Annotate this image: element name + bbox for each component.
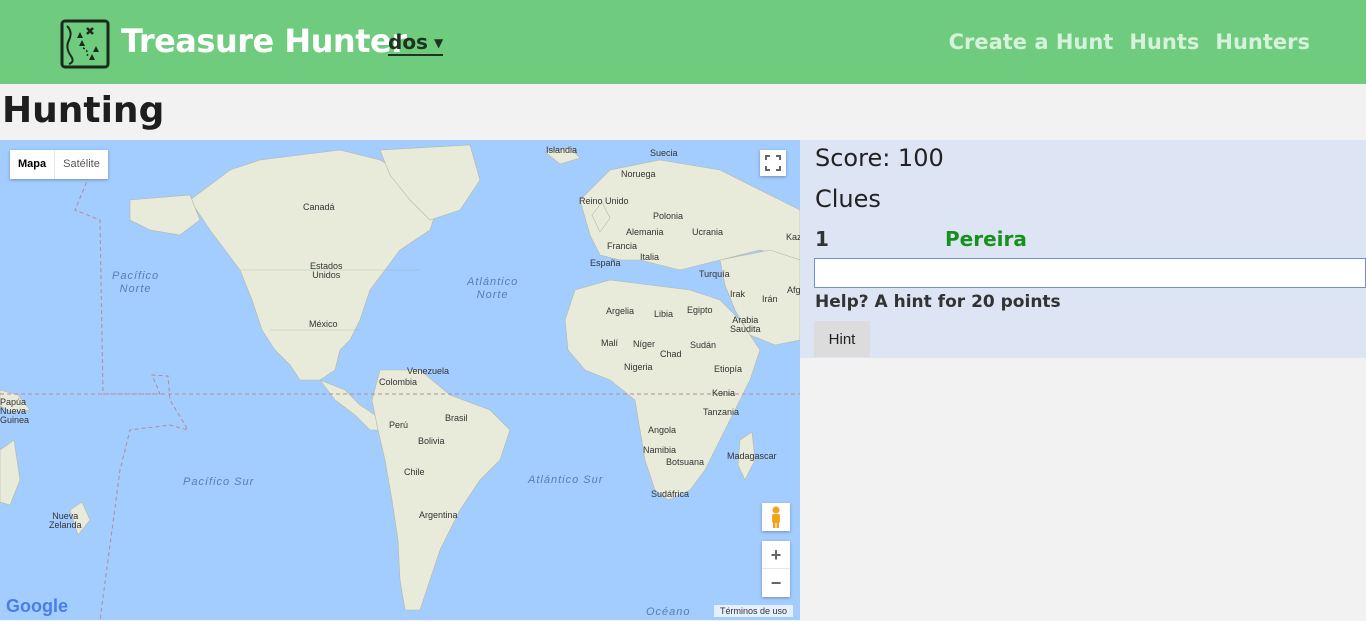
google-logo[interactable]: Google bbox=[6, 596, 68, 617]
map-label: Polonia bbox=[653, 211, 684, 221]
map-label: Etiopía bbox=[714, 364, 743, 374]
map-label: Argelia bbox=[606, 306, 635, 316]
user-dropdown[interactable]: dos ▼ bbox=[388, 30, 444, 56]
clues-heading: Clues bbox=[815, 185, 881, 213]
map-label: Islandia bbox=[546, 145, 578, 155]
map-label: Alemania bbox=[626, 227, 664, 237]
nav-hunts[interactable]: Hunts bbox=[1129, 30, 1199, 54]
map-label: Canadá bbox=[303, 202, 335, 212]
map-label: Níger bbox=[633, 339, 656, 349]
map-label: Brasil bbox=[445, 413, 468, 423]
map-label: Estados Unidos bbox=[310, 261, 343, 280]
fullscreen-button[interactable] bbox=[760, 150, 786, 176]
map-label: Madagascar bbox=[727, 451, 777, 461]
zoom-control: + − bbox=[762, 541, 790, 597]
map-label: Noruega bbox=[621, 169, 656, 179]
map-label: Perú bbox=[389, 420, 409, 430]
ocean-label: Pacífico Sur bbox=[183, 476, 255, 488]
map-label: Ucrania bbox=[692, 227, 724, 237]
ocean-label: Pacífico Norte bbox=[112, 270, 160, 295]
map-label: Venezuela bbox=[407, 366, 450, 376]
map-label: España bbox=[590, 258, 621, 268]
map-label: Afg bbox=[787, 285, 800, 295]
map-label: Papúa Nueva Guinea bbox=[0, 397, 30, 425]
map-label: Sudán bbox=[690, 340, 717, 350]
map-label: Sudáfrica bbox=[651, 489, 690, 499]
ocean-label: Océano bbox=[646, 606, 691, 618]
ocean-label: Atlántico Sur bbox=[528, 474, 604, 486]
user-name: dos bbox=[388, 30, 428, 54]
map-label: Nueva Zelanda bbox=[49, 511, 82, 530]
answer-input[interactable] bbox=[814, 258, 1366, 288]
map-label: Argentina bbox=[419, 510, 458, 520]
map-label: Suecia bbox=[650, 148, 678, 158]
terms-link[interactable]: Términos de uso bbox=[714, 605, 794, 617]
hint-button[interactable]: Hint bbox=[814, 321, 870, 357]
clue-text: Pereira bbox=[945, 227, 1027, 251]
map-label: Egipto bbox=[687, 305, 713, 315]
nav-create-hunt[interactable]: Create a Hunt bbox=[949, 30, 1114, 54]
map-label: México bbox=[309, 319, 338, 329]
map-label: Malí bbox=[601, 338, 619, 348]
map-label: Kaz bbox=[786, 232, 800, 242]
map-label: Kenia bbox=[712, 388, 736, 398]
clue-number: 1 bbox=[815, 227, 829, 251]
map-label: Bolivia bbox=[418, 436, 445, 446]
map-label: Namibia bbox=[643, 445, 677, 455]
ocean-label: Atlántico Norte bbox=[467, 276, 519, 301]
score-display: Score: 100 bbox=[815, 144, 944, 172]
map-label: Chile bbox=[404, 467, 425, 477]
map-label: Tanzania bbox=[703, 407, 740, 417]
map-label: Colombia bbox=[379, 377, 418, 387]
brand-title[interactable]: Treasure Hunter bbox=[121, 22, 407, 60]
treasure-map-logo-icon[interactable] bbox=[59, 18, 111, 70]
clue-panel: Score: 100 Clues 1 Pereira Help? A hint … bbox=[800, 140, 1366, 358]
map-label: Angola bbox=[648, 425, 677, 435]
navbar: Treasure Hunter dos ▼ Create a Hunt Hunts… bbox=[0, 0, 1366, 84]
map-type-toggle: Mapa Satélite bbox=[10, 150, 108, 179]
map-label: Turquía bbox=[699, 269, 730, 279]
map-label: Botsuana bbox=[666, 457, 705, 467]
google-logo-text: Google bbox=[6, 596, 68, 616]
pegman-icon bbox=[772, 506, 780, 528]
caret-down-icon: ▼ bbox=[433, 36, 444, 50]
map-label: Chad bbox=[660, 349, 682, 359]
map-type-map-button[interactable]: Mapa bbox=[10, 150, 56, 179]
map[interactable]: Islandia Suecia Noruega Reino Unido Polo… bbox=[0, 140, 800, 620]
street-view-pegman[interactable] bbox=[762, 503, 790, 531]
zoom-out-button[interactable]: − bbox=[762, 569, 790, 597]
zoom-in-button[interactable]: + bbox=[762, 541, 790, 569]
map-label: Irán bbox=[762, 294, 778, 304]
map-label: Reino Unido bbox=[579, 196, 629, 206]
nav-hunters[interactable]: Hunters bbox=[1215, 30, 1310, 54]
map-label: Irak bbox=[730, 289, 746, 299]
map-label: Nigeria bbox=[624, 362, 653, 372]
map-label: Francia bbox=[607, 241, 638, 251]
page-title: Hunting bbox=[2, 90, 165, 131]
fullscreen-icon bbox=[765, 155, 781, 171]
map-label: Libia bbox=[654, 309, 674, 319]
nav-links: Create a Hunt Hunts Hunters bbox=[949, 30, 1310, 54]
map-label: Arabia Saudita bbox=[730, 315, 761, 334]
map-type-satellite-button[interactable]: Satélite bbox=[55, 150, 108, 179]
map-label: Italia bbox=[640, 252, 660, 262]
hint-help-text: Help? A hint for 20 points bbox=[815, 292, 1061, 312]
